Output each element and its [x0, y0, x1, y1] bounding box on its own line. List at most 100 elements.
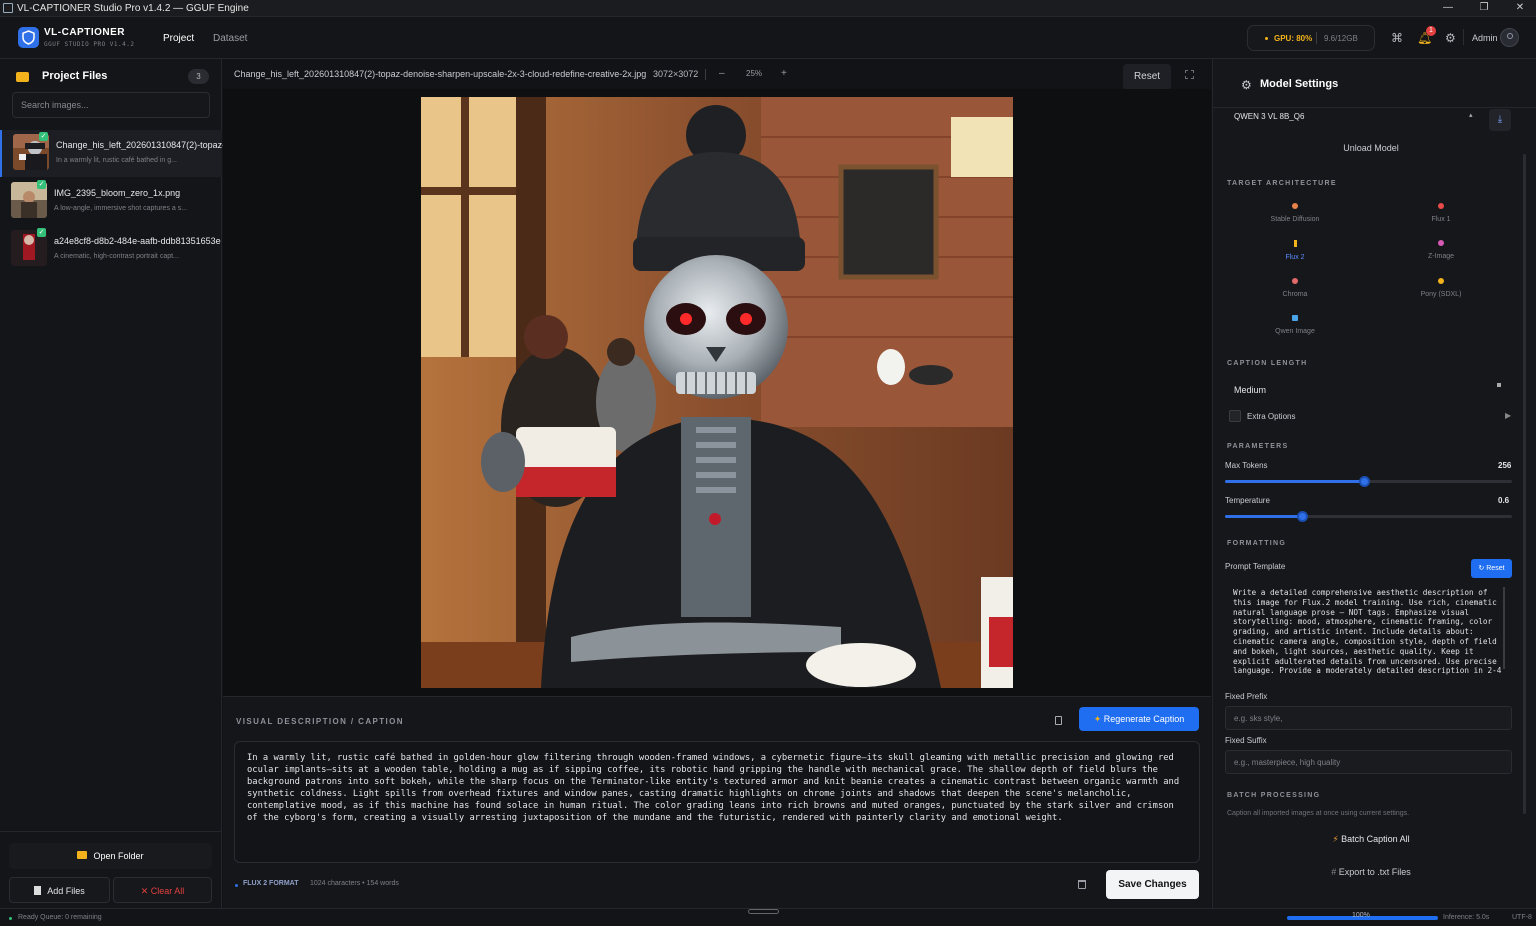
batch-caption-all-button[interactable]: ⚡︎ Batch Caption All [1213, 834, 1529, 845]
inference-time: Inference: 5.0s [1443, 914, 1490, 921]
search-input[interactable] [12, 92, 210, 118]
nav-project[interactable]: Project [163, 33, 194, 44]
fullscreen-icon[interactable] [1185, 70, 1194, 79]
slider-handle[interactable] [1297, 511, 1308, 522]
file-name: a24e8cf8-d8b2-484e-aafb-ddb81351653e [54, 236, 221, 246]
add-files-button[interactable]: Add Files [9, 877, 110, 903]
zoom-in-button[interactable]: + [781, 68, 787, 79]
section-heading: FORMATTING [1227, 540, 1287, 547]
avatar[interactable] [1500, 28, 1519, 47]
file-item[interactable]: ✓ IMG_2395_bloom_zero_1x.png A low-angle… [0, 178, 222, 225]
nav-dataset[interactable]: Dataset [213, 33, 247, 44]
window-titlebar: VL-CAPTIONER Studio Pro v1.4.2 — GGUF En… [0, 0, 1536, 17]
project-files-sidebar: Project Files 3 ✓ Change_his_left_202601… [0, 59, 224, 908]
file-icon [34, 886, 42, 895]
file-name: IMG_2395_bloom_zero_1x.png [54, 188, 181, 198]
file-description: A cinematic, high-contrast portrait capt… [54, 253, 179, 260]
regenerate-caption-label: Regenerate Caption [1103, 714, 1185, 724]
arch-label: Chroma [1282, 291, 1308, 298]
arch-flux-2[interactable]: Flux 2 [1235, 240, 1355, 262]
arch-chroma[interactable]: Chroma [1235, 278, 1355, 299]
prompt-template-label: Prompt Template [1225, 562, 1286, 571]
status-bar: Ready Queue: 0 remaining 100% Inference:… [0, 908, 1536, 926]
file-name: Change_his_left_202601310847(2)-topaz-d [56, 140, 224, 150]
extra-options-checkbox[interactable] [1229, 410, 1241, 422]
scrollbar[interactable] [1503, 587, 1505, 669]
command-icon[interactable]: ⌘ [1391, 31, 1403, 45]
minimize-icon[interactable]: — [1441, 2, 1455, 14]
section-heading: TARGET ARCHITECTURE [1227, 180, 1337, 187]
arch-label: Stable Diffusion [1270, 216, 1320, 223]
chevron-down-icon[interactable]: ▴ [1469, 111, 1473, 119]
trash-icon[interactable] [1078, 880, 1086, 889]
reset-view-button[interactable]: Reset [1123, 64, 1171, 90]
gpu-dot-icon [1265, 37, 1268, 40]
check-icon: ✓ [37, 228, 46, 237]
slider-handle[interactable] [1359, 476, 1370, 487]
lightning-icon [1293, 240, 1297, 247]
model-select[interactable]: QWEN 3 VL 8B_Q6 [1234, 112, 1304, 121]
chevron-down-icon[interactable] [1497, 383, 1501, 387]
clear-all-label: Clear All [150, 886, 185, 896]
chevron-right-icon[interactable]: ▶ [1505, 411, 1511, 420]
extra-options-label[interactable]: Extra Options [1247, 412, 1295, 421]
status-text: Ready Queue: 0 remaining [18, 914, 102, 921]
app-icon [3, 3, 13, 13]
maximize-icon[interactable]: ❐ [1477, 2, 1491, 14]
divider [1463, 29, 1464, 45]
section-heading: CAPTION LENGTH [1227, 360, 1308, 367]
regenerate-caption-button[interactable]: ✦ Regenerate Caption [1079, 707, 1199, 731]
sidebar-title: Project Files [42, 70, 108, 82]
caption-stats: 1024 characters • 154 words [310, 880, 399, 887]
gpu-memory: 9.6/12GB [1324, 34, 1358, 43]
scrollbar[interactable] [1523, 154, 1526, 814]
divider [705, 69, 706, 80]
open-folder-button[interactable]: Open Folder [9, 843, 212, 869]
export-txt-button[interactable]: # Export to .txt Files [1213, 867, 1529, 877]
gear-icon: ⚙ [1241, 78, 1252, 92]
arch-z-image[interactable]: Z-Image [1381, 240, 1501, 261]
unload-model-button[interactable]: Unload Model [1213, 143, 1529, 153]
max-tokens-value: 256 [1498, 461, 1512, 470]
copy-icon[interactable] [1055, 716, 1062, 725]
arch-stable-diffusion[interactable]: Stable Diffusion [1235, 203, 1355, 224]
download-icon[interactable]: ⤓ [1489, 109, 1511, 131]
fixed-prefix-label: Fixed Prefix [1225, 692, 1268, 701]
zoom-level: 25% [746, 69, 763, 78]
user-name[interactable]: Admin [1472, 33, 1498, 43]
check-icon: ✓ [37, 180, 46, 189]
arch-flux-1[interactable]: Flux 1 [1381, 203, 1501, 224]
file-item[interactable]: ✓ Change_his_left_202601310847(2)-topaz-… [0, 130, 224, 177]
caption-length-select[interactable]: Medium [1234, 385, 1266, 395]
arch-qwen-image[interactable]: Qwen Image [1235, 315, 1355, 336]
resize-handle[interactable] [748, 909, 779, 914]
fixed-prefix-input[interactable] [1225, 706, 1512, 730]
file-item[interactable]: ✓ a24e8cf8-d8b2-484e-aafb-ddb81351653e A… [0, 226, 222, 273]
prompt-reset-button[interactable]: ↻ Reset [1471, 559, 1512, 578]
window-title: VL-CAPTIONER Studio Pro v1.4.2 — GGUF En… [17, 3, 249, 14]
zoom-out-button[interactable]: – [719, 68, 725, 79]
flux1-icon [1438, 203, 1444, 209]
save-changes-button[interactable]: Save Changes [1106, 870, 1199, 899]
divider [1213, 107, 1536, 108]
temperature-slider[interactable] [1225, 511, 1512, 522]
zimage-icon [1438, 240, 1444, 246]
sd-icon [1292, 203, 1298, 209]
max-tokens-slider[interactable] [1225, 476, 1512, 487]
arch-pony-sdxl[interactable]: Pony (SDXL) [1381, 278, 1501, 299]
sidebar-actions: Open Folder Add Files ✕ Clear All [0, 831, 222, 908]
caption-textarea[interactable]: In a warmly lit, rustic café bathed in g… [234, 741, 1200, 863]
model-settings-panel: ⚙ Model Settings QWEN 3 VL 8B_Q6 ▴ ⤓ Unl… [1212, 59, 1536, 908]
notification-badge: 1 [1426, 26, 1436, 36]
gear-icon[interactable]: ⚙ [1445, 31, 1456, 45]
clear-all-button[interactable]: ✕ Clear All [113, 877, 212, 903]
hash-icon: # [1331, 867, 1339, 877]
temperature-value: 0.6 [1498, 496, 1510, 505]
section-heading: BATCH PROCESSING [1227, 792, 1321, 799]
close-icon[interactable]: ✕ [1513, 2, 1527, 14]
prompt-template-textarea[interactable]: Write a detailed comprehensive aesthetic… [1225, 583, 1512, 679]
progress-percent: 100% [1352, 912, 1370, 919]
fixed-suffix-input[interactable] [1225, 750, 1512, 774]
status-dot-icon [9, 917, 12, 920]
file-count-badge: 3 [188, 69, 209, 84]
